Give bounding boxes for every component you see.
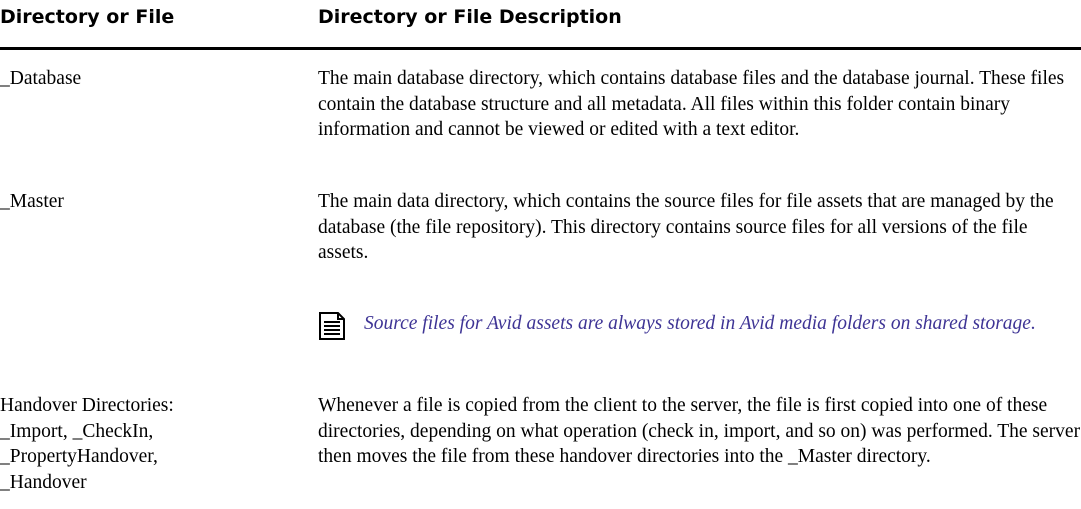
directory-table: Directory or File Directory or File Desc… xyxy=(0,0,1081,509)
note-icon xyxy=(319,312,345,340)
handover-name-line: _Handover xyxy=(0,471,87,493)
handover-name-line: _PropertyHandover, xyxy=(0,446,158,467)
column-header-description: Directory or File Description xyxy=(318,6,622,28)
note-text: Source files for Avid assets are always … xyxy=(364,313,1036,334)
row-database-name: _Database xyxy=(0,68,82,89)
row-database-description: The main database directory, which conta… xyxy=(318,68,1065,140)
handover-name-line: _Import, _CheckIn, xyxy=(0,420,154,442)
header-divider xyxy=(0,47,1081,50)
row-master-name: _Master xyxy=(0,191,64,212)
row-master-description: The main data directory, which contains … xyxy=(318,191,1054,263)
row-handover-name: Handover Directories: _Import, _CheckIn,… xyxy=(0,393,290,495)
row-handover-description: Whenever a file is copied from the clien… xyxy=(318,395,1081,467)
column-header-directory: Directory or File xyxy=(0,6,175,28)
handover-name-line: Handover Directories: xyxy=(0,395,174,416)
